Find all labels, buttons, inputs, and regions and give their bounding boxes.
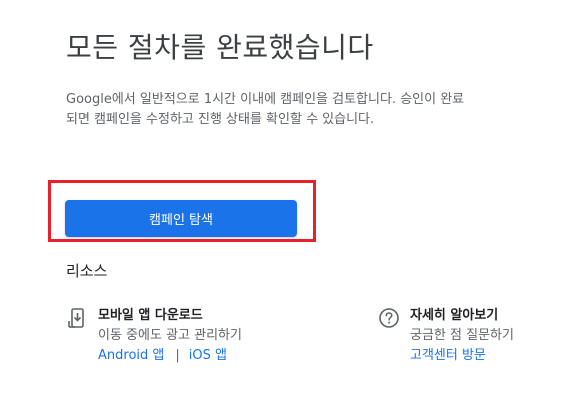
ios-app-link[interactable]: iOS 앱 — [189, 348, 227, 363]
help-center-link[interactable]: 고객센터 방문 — [410, 346, 514, 366]
explore-campaign-button[interactable]: 캠페인 탐색 — [65, 200, 297, 237]
learn-more-subtitle: 궁금한 점 질문하기 — [410, 328, 514, 343]
page-title: 모든 절차를 완료했습니다 — [66, 31, 374, 64]
mobile-download-icon — [68, 308, 84, 328]
mobile-app-text: 모바일 앱 다운로드 이동 중에도 광고 관리하기 Android 앱 | iOS … — [98, 306, 242, 366]
mobile-app-links: Android 앱 | iOS 앱 — [98, 346, 242, 366]
android-app-link[interactable]: Android 앱 — [98, 348, 164, 363]
completion-page: 모든 절차를 완료했습니다 Google에서 일반적으로 1시간 이내에 캠페인… — [0, 0, 584, 410]
mobile-app-subtitle: 이동 중에도 광고 관리하기 — [98, 328, 242, 343]
learn-more-resource: 자세히 알아보기 궁금한 점 질문하기 고객센터 방문 — [378, 306, 514, 366]
mobile-app-resource: 모바일 앱 다운로드 이동 중에도 광고 관리하기 Android 앱 | iOS … — [66, 306, 242, 366]
help-icon — [379, 308, 399, 328]
learn-more-text: 자세히 알아보기 궁금한 점 질문하기 고객센터 방문 — [410, 306, 514, 366]
mobile-app-title: 모바일 앱 다운로드 — [98, 308, 203, 323]
learn-more-title: 자세히 알아보기 — [410, 308, 499, 323]
link-separator: | — [175, 348, 180, 363]
resources-heading: 리소스 — [66, 262, 108, 280]
review-description: Google에서 일반적으로 1시간 이내에 캠페인을 검토합니다. 승인이 완… — [66, 92, 465, 127]
